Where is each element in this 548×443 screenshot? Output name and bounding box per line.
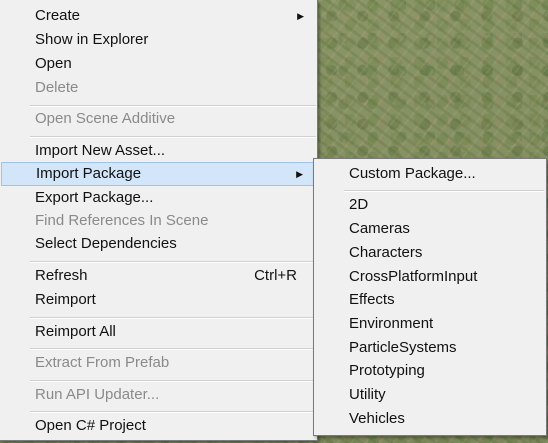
menu-item-label: Run API Updater... [35, 386, 160, 403]
menu-item-import-new-asset[interactable]: Import New Asset... [1, 139, 316, 163]
submenu-item-label: Utility [349, 386, 386, 403]
submenu-item-vehicles[interactable]: Vehicles [315, 407, 545, 431]
submenu-item-label: Custom Package... [349, 165, 476, 182]
submenu-item-label: 2D [349, 196, 369, 213]
submenu-item-label: Cameras [349, 220, 410, 237]
menu-item-create[interactable]: Create ▶ [1, 4, 316, 28]
submenu-item-characters[interactable]: Characters [315, 241, 545, 265]
submenu-item-utility[interactable]: Utility [315, 383, 545, 407]
menu-item-refresh[interactable]: Refresh Ctrl+R [1, 264, 316, 288]
submenu-item-environment[interactable]: Environment [315, 312, 545, 336]
submenu-item-2d[interactable]: 2D [315, 193, 545, 217]
menu-item-show-in-explorer[interactable]: Show in Explorer [1, 28, 316, 52]
menu-separator [30, 411, 316, 413]
submenu-item-custom-package[interactable]: Custom Package... [315, 162, 545, 186]
menu-item-label: Import Package [36, 165, 142, 182]
submenu-item-label: Characters [349, 244, 423, 261]
menu-item-select-dependencies[interactable]: Select Dependencies [1, 232, 316, 256]
submenu-arrow-icon: ▶ [297, 11, 304, 21]
submenu-item-label: Prototyping [349, 362, 425, 379]
menu-item-label: Extract From Prefab [35, 354, 170, 371]
menu-item-open[interactable]: Open [1, 52, 316, 76]
menu-item-label: Reimport [35, 291, 96, 308]
menu-item-label: Reimport All [35, 323, 116, 340]
menu-item-label: Refresh [35, 267, 88, 284]
menu-separator [30, 317, 316, 319]
menu-item-reimport[interactable]: Reimport [1, 288, 316, 312]
menu-item-label: Select Dependencies [35, 235, 177, 252]
menu-item-import-package[interactable]: Import Package ▶ [1, 162, 316, 186]
menu-item-delete: Delete [1, 76, 316, 100]
menu-item-label: Find References In Scene [35, 212, 209, 229]
submenu-arrow-icon: ▶ [296, 169, 303, 179]
submenu-item-effects[interactable]: Effects [315, 288, 545, 312]
menu-item-label: Delete [35, 79, 79, 96]
shortcut-label: Ctrl+R [254, 267, 297, 284]
menu-item-label: Open [35, 55, 72, 72]
context-menu: Create ▶ Show in Explorer Open Delete Op… [0, 0, 318, 441]
submenu-item-cameras[interactable]: Cameras [315, 217, 545, 241]
menu-item-find-references-in-scene: Find References In Scene [1, 209, 316, 233]
menu-separator [30, 348, 316, 350]
menu-separator [344, 190, 544, 192]
submenu-item-label: Effects [349, 291, 395, 308]
submenu-item-particlesystems[interactable]: ParticleSystems [315, 336, 545, 360]
menu-item-open-csharp-project[interactable]: Open C# Project [1, 414, 316, 438]
menu-item-extract-from-prefab: Extract From Prefab [1, 351, 316, 375]
menu-item-reimport-all[interactable]: Reimport All [1, 320, 316, 344]
submenu-item-label: CrossPlatformInput [349, 268, 478, 285]
menu-item-label: Open C# Project [35, 417, 146, 434]
menu-separator [30, 261, 316, 263]
menu-separator [30, 136, 316, 138]
menu-separator [30, 380, 316, 382]
submenu-item-label: ParticleSystems [349, 339, 457, 356]
menu-item-label: Import New Asset... [35, 142, 166, 159]
submenu-item-crossplatforminput[interactable]: CrossPlatformInput [315, 265, 545, 289]
submenu-item-label: Vehicles [349, 410, 405, 427]
menu-item-label: Open Scene Additive [35, 110, 176, 127]
submenu-item-prototyping[interactable]: Prototyping [315, 359, 545, 383]
menu-item-run-api-updater: Run API Updater... [1, 383, 316, 407]
menu-item-label: Show in Explorer [35, 31, 149, 48]
menu-item-label: Create [35, 7, 81, 24]
menu-item-export-package[interactable]: Export Package... [1, 186, 316, 210]
submenu-item-label: Environment [349, 315, 434, 332]
menu-item-open-scene-additive: Open Scene Additive [1, 107, 316, 131]
import-package-submenu: Custom Package... 2D Cameras Characters … [313, 158, 547, 436]
menu-item-label: Export Package... [35, 189, 154, 206]
